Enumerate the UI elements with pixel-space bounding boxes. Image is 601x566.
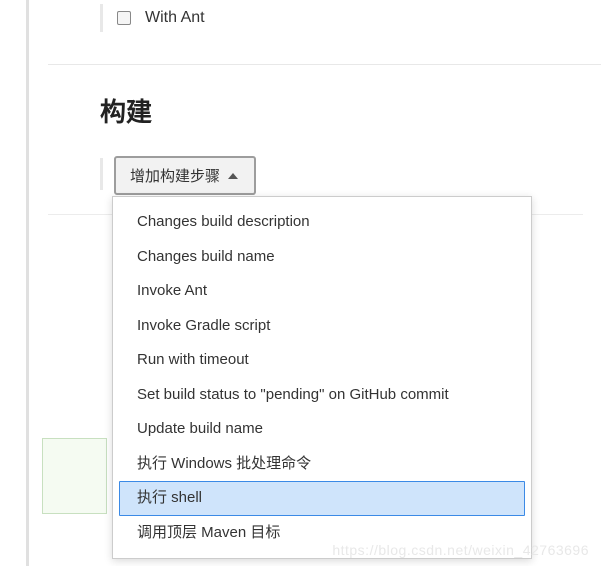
- build-step-dropdown: Changes build descriptionChanges build n…: [112, 196, 532, 559]
- dropdown-item-8[interactable]: 执行 shell: [119, 481, 525, 516]
- dropdown-item-0[interactable]: Changes build description: [113, 205, 531, 240]
- dropdown-item-1[interactable]: Changes build name: [113, 240, 531, 275]
- row-indicator-bar: [100, 4, 103, 32]
- dropdown-item-2[interactable]: Invoke Ant: [113, 274, 531, 309]
- build-section-title: 构建: [100, 92, 152, 129]
- with-ant-row: With Ant: [100, 4, 205, 32]
- button-indicator-bar: [100, 158, 103, 190]
- add-build-step-label: 增加构建步骤: [130, 165, 220, 186]
- section-divider: [48, 64, 601, 65]
- dropdown-item-5[interactable]: Set build status to "pending" on GitHub …: [113, 378, 531, 413]
- watermark-text: https://blog.csdn.net/weixin_42763696: [332, 542, 589, 558]
- dropdown-item-7[interactable]: 执行 Windows 批处理命令: [113, 447, 531, 482]
- caret-up-icon: [228, 173, 238, 179]
- left-vertical-border: [26, 0, 29, 566]
- background-panel: [42, 438, 107, 514]
- dropdown-item-3[interactable]: Invoke Gradle script: [113, 309, 531, 344]
- with-ant-checkbox[interactable]: [117, 11, 131, 25]
- add-build-step-button[interactable]: 增加构建步骤: [114, 156, 256, 195]
- dropdown-item-4[interactable]: Run with timeout: [113, 343, 531, 378]
- with-ant-label: With Ant: [145, 9, 205, 27]
- dropdown-item-6[interactable]: Update build name: [113, 412, 531, 447]
